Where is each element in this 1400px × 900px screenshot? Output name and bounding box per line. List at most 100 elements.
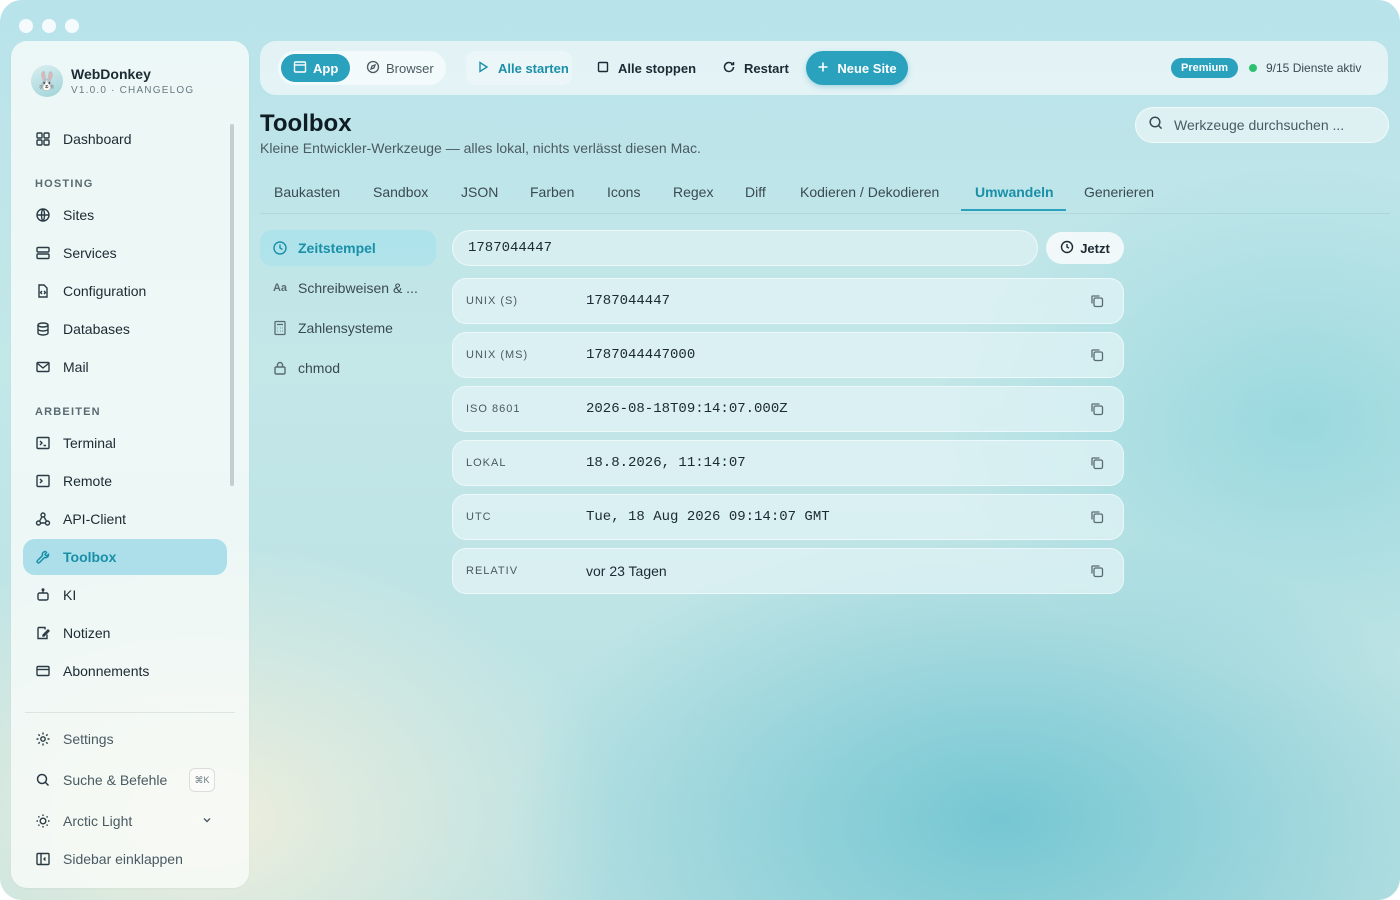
sidebar-item-dashboard[interactable]: Dashboard <box>23 121 227 157</box>
copy-icon[interactable] <box>1089 455 1105 471</box>
result-row-utc: UTC Tue, 18 Aug 2026 09:14:07 GMT <box>452 494 1124 540</box>
result-label: UTC <box>466 511 492 523</box>
credit-card-icon <box>35 663 51 679</box>
window-controls <box>19 19 79 33</box>
minimize-window-button[interactable] <box>42 19 56 33</box>
sidebar-item-sites[interactable]: Sites <box>23 197 227 233</box>
mode-app-button[interactable]: App <box>281 54 351 82</box>
tab-baukasten[interactable]: Baukasten <box>274 172 340 212</box>
subnav-zeitstempel[interactable]: Zeitstempel <box>260 230 436 266</box>
sidebar-item-label: Terminal <box>63 435 116 451</box>
tab-regex[interactable]: Regex <box>673 172 713 212</box>
sidebar-item-notizen[interactable]: Notizen <box>23 615 227 651</box>
premium-badge[interactable]: Premium <box>1171 58 1239 78</box>
mail-icon <box>35 359 51 375</box>
sidebar-item-abonnements[interactable]: Abonnements <box>23 653 227 689</box>
result-value[interactable]: 1787044447 <box>586 293 670 309</box>
copy-icon[interactable] <box>1089 563 1105 579</box>
sidebar-scrollbar[interactable] <box>230 124 234 486</box>
copy-icon[interactable] <box>1089 293 1105 309</box>
tab-icons[interactable]: Icons <box>607 172 640 212</box>
copy-icon[interactable] <box>1089 401 1105 417</box>
result-label: UNIX (MS) <box>466 349 529 361</box>
calculator-icon <box>272 320 288 336</box>
page-subtitle: Kleine Entwickler-Werkzeuge — alles loka… <box>260 140 701 156</box>
page-title: Toolbox <box>260 110 352 137</box>
tab-json[interactable]: JSON <box>461 172 498 212</box>
lock-icon <box>272 360 288 376</box>
sidebar-item-terminal[interactable]: Terminal <box>23 425 227 461</box>
result-row-relativ: RELATIV vor 23 Tagen <box>452 548 1124 594</box>
clock-icon <box>1060 240 1074 257</box>
subnav-chmod[interactable]: chmod <box>260 350 436 386</box>
section-label-arbeiten: ARBEITEN <box>35 406 101 418</box>
sidebar-item-toolbox[interactable]: Toolbox <box>23 539 227 575</box>
sidebar-item-label: Dashboard <box>63 131 132 147</box>
result-label: UNIX (S) <box>466 295 518 307</box>
subnav-schreibweisen[interactable]: Aa Schreibweisen & ... <box>260 270 436 306</box>
result-row-iso-8601: ISO 8601 2026-08-18T09:14:07.000Z <box>452 386 1124 432</box>
tool-search[interactable] <box>1135 107 1389 143</box>
sidebar-item-label: Remote <box>63 473 113 489</box>
new-site-button[interactable]: Neue Site <box>806 51 908 85</box>
restart-button[interactable]: Restart <box>722 51 789 85</box>
result-value[interactable]: vor 23 Tagen <box>586 563 667 579</box>
subnav-zahlensysteme[interactable]: Zahlensysteme <box>260 310 436 346</box>
case-icon: Aa <box>272 282 288 294</box>
sidebar-item-settings[interactable]: Settings <box>23 721 227 757</box>
terminal-icon <box>35 435 51 451</box>
result-value[interactable]: 18.8.2026, 11:14:07 <box>586 455 746 471</box>
sidebar-divider <box>25 712 235 713</box>
stop-all-button[interactable]: Alle stoppen <box>596 51 696 85</box>
sidebar-item-remote[interactable]: Remote <box>23 463 227 499</box>
mode-browser-button[interactable]: Browser <box>354 54 446 82</box>
result-row-unix-ms: UNIX (MS) 1787044447000 <box>452 332 1124 378</box>
result-label: LOKAL <box>466 457 507 469</box>
close-window-button[interactable] <box>19 19 33 33</box>
gear-icon <box>35 731 51 747</box>
refresh-icon <box>722 60 736 77</box>
start-all-button[interactable]: Alle starten <box>466 51 572 85</box>
sidebar-item-api-client[interactable]: API-Client <box>23 501 227 537</box>
play-icon <box>476 60 490 77</box>
result-value[interactable]: 2026-08-18T09:14:07.000Z <box>586 401 788 417</box>
zoom-window-button[interactable] <box>65 19 79 33</box>
services-status: 9/15 Dienste aktiv <box>1266 61 1362 75</box>
timestamp-input[interactable] <box>452 230 1038 266</box>
terminal-icon <box>35 473 51 489</box>
tab-generieren[interactable]: Generieren <box>1084 172 1154 212</box>
now-button[interactable]: Jetzt <box>1046 232 1124 264</box>
donkey-logo-icon: 🐰 <box>31 65 63 97</box>
sidebar-item-databases[interactable]: Databases <box>23 311 227 347</box>
tab-farben[interactable]: Farben <box>530 172 574 212</box>
tab-diff[interactable]: Diff <box>745 172 766 212</box>
tab-sandbox[interactable]: Sandbox <box>373 172 428 212</box>
theme-switcher[interactable]: Arctic Light <box>23 803 227 839</box>
sidebar-item-label: KI <box>63 587 77 603</box>
sidebar-item-mail[interactable]: Mail <box>23 349 227 385</box>
tool-search-input[interactable] <box>1174 117 1374 133</box>
tab-kodieren-dekodieren[interactable]: Kodieren / Dekodieren <box>800 172 939 212</box>
status-dot <box>1249 64 1257 72</box>
result-value[interactable]: Tue, 18 Aug 2026 09:14:07 GMT <box>586 509 830 525</box>
brand-version[interactable]: V1.0.0 · CHANGELOG <box>71 85 194 96</box>
collapse-sidebar-button[interactable]: Sidebar einklappen <box>23 841 227 877</box>
search-icon <box>1148 115 1164 136</box>
copy-icon[interactable] <box>1089 347 1105 363</box>
bot-icon <box>35 587 51 603</box>
search-icon <box>35 772 51 788</box>
result-value[interactable]: 1787044447000 <box>586 347 695 363</box>
sidebar-item-label: Configuration <box>63 283 147 299</box>
chevron-down-icon <box>201 814 213 829</box>
sidebar-item-services[interactable]: Services <box>23 235 227 271</box>
sidebar-item-search-commands[interactable]: Suche & Befehle ⌘K <box>23 762 227 798</box>
copy-icon[interactable] <box>1089 509 1105 525</box>
tab-umwandeln[interactable]: Umwandeln <box>975 172 1054 212</box>
brand[interactable]: 🐰 WebDonkey V1.0.0 · CHANGELOG <box>31 65 194 97</box>
sidebar-item-ki[interactable]: KI <box>23 577 227 613</box>
sidebar-item-label: Services <box>63 245 117 261</box>
file-code-icon <box>35 283 51 299</box>
plus-icon <box>817 61 829 76</box>
sidebar-item-configuration[interactable]: Configuration <box>23 273 227 309</box>
sidebar-item-label: Databases <box>63 321 130 337</box>
